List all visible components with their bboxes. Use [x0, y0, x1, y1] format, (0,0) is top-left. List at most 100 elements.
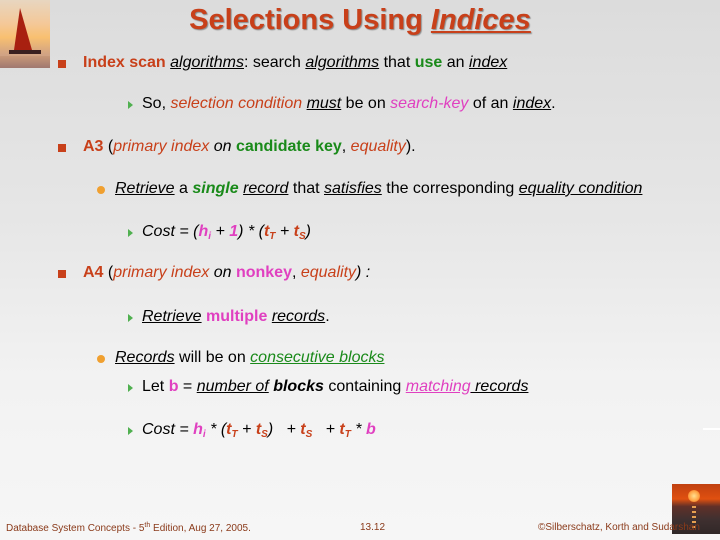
text: ) :: [356, 264, 371, 281]
term: matching: [405, 378, 471, 395]
term: satisfies: [324, 180, 382, 197]
text: +: [275, 223, 294, 240]
term: index: [512, 95, 552, 112]
term-tt: tT: [264, 223, 275, 242]
term: must: [306, 95, 342, 112]
bullet-retrieve-multiple: Retrieve multiple records.: [142, 308, 330, 326]
text: that: [288, 180, 324, 197]
text: h: [193, 421, 203, 438]
term: selection condition: [170, 95, 303, 112]
edge-mark: [703, 428, 720, 430]
text: (: [103, 138, 114, 155]
term: candidate key: [235, 138, 342, 155]
text: Let: [142, 378, 169, 395]
bullet-retrieve-single: Retrieve a single record that satisfies …: [115, 180, 642, 198]
bullet-a3: A3 (primary index on candidate key, equa…: [83, 138, 416, 156]
term: search-key: [390, 95, 469, 112]
bullet-selection-condition: So, selection condition must be on searc…: [142, 95, 556, 113]
term-tt: tT: [339, 421, 350, 440]
term-ts: tS: [294, 223, 306, 242]
triangle-bullet-icon: [128, 229, 133, 237]
text: So,: [142, 95, 171, 112]
title-emphasis: Indices: [430, 4, 531, 36]
text: ).: [405, 138, 416, 155]
term: records: [470, 378, 529, 395]
term: primary index: [113, 264, 210, 281]
text: Database System Concepts - 5: [6, 523, 145, 534]
term: use: [414, 54, 443, 71]
sun-shape: [688, 490, 700, 502]
term: record: [243, 180, 289, 197]
text: .: [551, 95, 556, 112]
square-bullet-icon: [58, 60, 66, 68]
text: +: [312, 421, 340, 438]
term-tt: tT: [226, 421, 237, 440]
text: (: [103, 264, 114, 281]
title-text: Selections Using: [189, 4, 431, 36]
square-bullet-icon: [58, 144, 66, 152]
bullet-consecutive-blocks: Records will be on consecutive blocks: [115, 349, 384, 367]
term: A4: [83, 264, 104, 281]
text: on: [209, 138, 236, 155]
term: index: [468, 54, 508, 71]
text: * (: [205, 421, 227, 438]
term: blocks: [273, 378, 324, 395]
cost-formula-a4: Cost = hi * (tT + tS) + tS + tT * b: [142, 421, 376, 440]
dot-bullet-icon: [97, 355, 105, 363]
term: algorithms: [305, 54, 380, 71]
term-ts: tS: [300, 421, 312, 440]
water-shape: [0, 56, 50, 68]
term: multiple: [206, 308, 268, 325]
term: algorithms: [170, 54, 244, 71]
term: b: [168, 378, 179, 395]
subscript: S: [298, 231, 306, 242]
term: equality: [300, 264, 357, 281]
term: number of: [196, 378, 269, 395]
term: Retrieve: [142, 308, 202, 325]
term: Retrieve: [115, 180, 175, 197]
text: on: [209, 264, 236, 281]
footer-page-number: 13.12: [360, 522, 386, 533]
text: Edition, Aug 27, 2005.: [150, 523, 251, 534]
term: primary index: [113, 138, 210, 155]
term: single: [192, 180, 239, 197]
cost-formula-a3: Cost = (hi + 1) * (tT + tS): [142, 223, 311, 242]
square-bullet-icon: [58, 270, 66, 278]
text: that: [379, 54, 415, 71]
text: h: [198, 223, 209, 240]
text: Cost = (: [142, 223, 199, 240]
slide-title: Selections Using Indices: [0, 4, 720, 37]
term: equality: [350, 138, 406, 155]
term: b: [365, 421, 376, 438]
text: a: [174, 180, 193, 197]
footer-copyright: ©Silberschatz, Korth and Sudarshan: [538, 522, 700, 533]
term: consecutive blocks: [250, 349, 385, 366]
term: Records: [115, 349, 175, 366]
term: 1: [229, 223, 239, 240]
subscript: S: [261, 429, 268, 440]
dot-bullet-icon: [97, 186, 105, 194]
text: .: [325, 308, 330, 325]
term: records: [271, 308, 326, 325]
bullet-index-scan: Index scan algorithms: search algorithms…: [83, 54, 507, 72]
triangle-bullet-icon: [128, 427, 133, 435]
text: an: [442, 54, 469, 71]
term-ts: tS: [256, 421, 268, 440]
text: of an: [468, 95, 513, 112]
text: ): [305, 223, 311, 240]
text: ) * (: [238, 223, 264, 240]
triangle-bullet-icon: [128, 314, 133, 322]
text: +: [237, 421, 256, 438]
triangle-bullet-icon: [128, 384, 133, 392]
text: ) +: [267, 421, 301, 438]
hull-shape: [9, 50, 41, 54]
term: Index scan: [83, 54, 171, 71]
text: ,: [291, 264, 301, 281]
term: nonkey: [235, 264, 292, 281]
bullet-a4: A4 (primary index on nonkey, equality) :: [83, 264, 370, 282]
text: : search: [243, 54, 306, 71]
term-hi: hi: [193, 421, 206, 440]
text: =: [178, 378, 197, 395]
text: the corresponding: [381, 180, 519, 197]
term: equality condition: [518, 180, 643, 197]
